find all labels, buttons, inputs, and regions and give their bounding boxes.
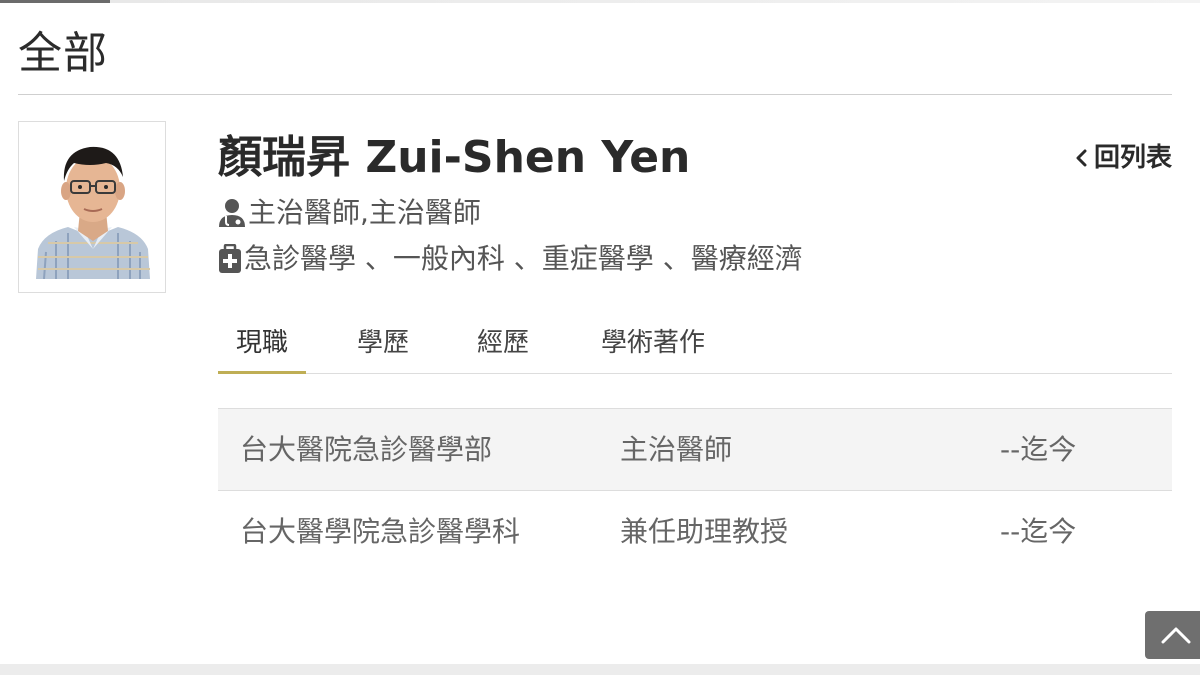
position-period: --迄今 bbox=[1000, 515, 1077, 548]
section-title: 全部 bbox=[18, 28, 108, 79]
section-divider bbox=[18, 94, 1172, 95]
position-title: 兼任助理教授 bbox=[620, 515, 789, 548]
position-organization: 台大醫學院急診醫學科 bbox=[240, 515, 521, 548]
tab-education[interactable]: 學歷 bbox=[338, 318, 428, 371]
top-strip bbox=[0, 0, 1200, 3]
chevron-up-icon bbox=[1161, 627, 1191, 644]
back-to-list-link[interactable]: 回列表 bbox=[1074, 140, 1172, 176]
tab-publications[interactable]: 學術著作 bbox=[588, 318, 718, 371]
doctor-portrait-image bbox=[34, 137, 152, 279]
doctor-name: 顏瑞昇 Zui-Shen Yen bbox=[218, 132, 691, 183]
scroll-to-top-button[interactable] bbox=[1145, 611, 1200, 659]
doctor-photo bbox=[18, 121, 166, 293]
table-row: 台大醫院急診醫學部 主治醫師 --迄今 bbox=[218, 409, 1172, 491]
back-to-list-label: 回列表 bbox=[1093, 143, 1172, 173]
bottom-bar bbox=[0, 664, 1200, 675]
doctor-icon bbox=[219, 199, 245, 227]
doctor-profile-page: 全部 顏瑞昇 Zui-Shen Yen 回列表 主治醫師,主治醫師 急診醫學 、… bbox=[0, 0, 1200, 675]
chevron-left-icon bbox=[1076, 149, 1087, 167]
doctor-specialties: 急診醫學 、一般內科 、重症醫學 、醫療經濟 bbox=[244, 242, 803, 275]
current-positions-table: 台大醫院急診醫學部 主治醫師 --迄今 台大醫學院急診醫學科 兼任助理教授 --… bbox=[218, 408, 1172, 572]
tab-experience[interactable]: 經歷 bbox=[458, 318, 548, 371]
position-title: 主治醫師 bbox=[620, 433, 733, 466]
position-organization: 台大醫院急診醫學部 bbox=[240, 433, 493, 466]
tab-current-position[interactable]: 現職 bbox=[218, 318, 306, 374]
profile-tabs: 現職 學歷 經歷 學術著作 bbox=[218, 318, 1172, 374]
doctor-specialties-row: 急診醫學 、一般內科 、重症醫學 、醫療經濟 bbox=[218, 239, 803, 279]
medical-kit-icon bbox=[219, 244, 241, 273]
doctor-title-row: 主治醫師,主治醫師 bbox=[218, 193, 481, 233]
doctor-title: 主治醫師,主治醫師 bbox=[248, 196, 481, 229]
table-row: 台大醫學院急診醫學科 兼任助理教授 --迄今 bbox=[218, 491, 1172, 572]
position-period: --迄今 bbox=[1000, 433, 1077, 466]
